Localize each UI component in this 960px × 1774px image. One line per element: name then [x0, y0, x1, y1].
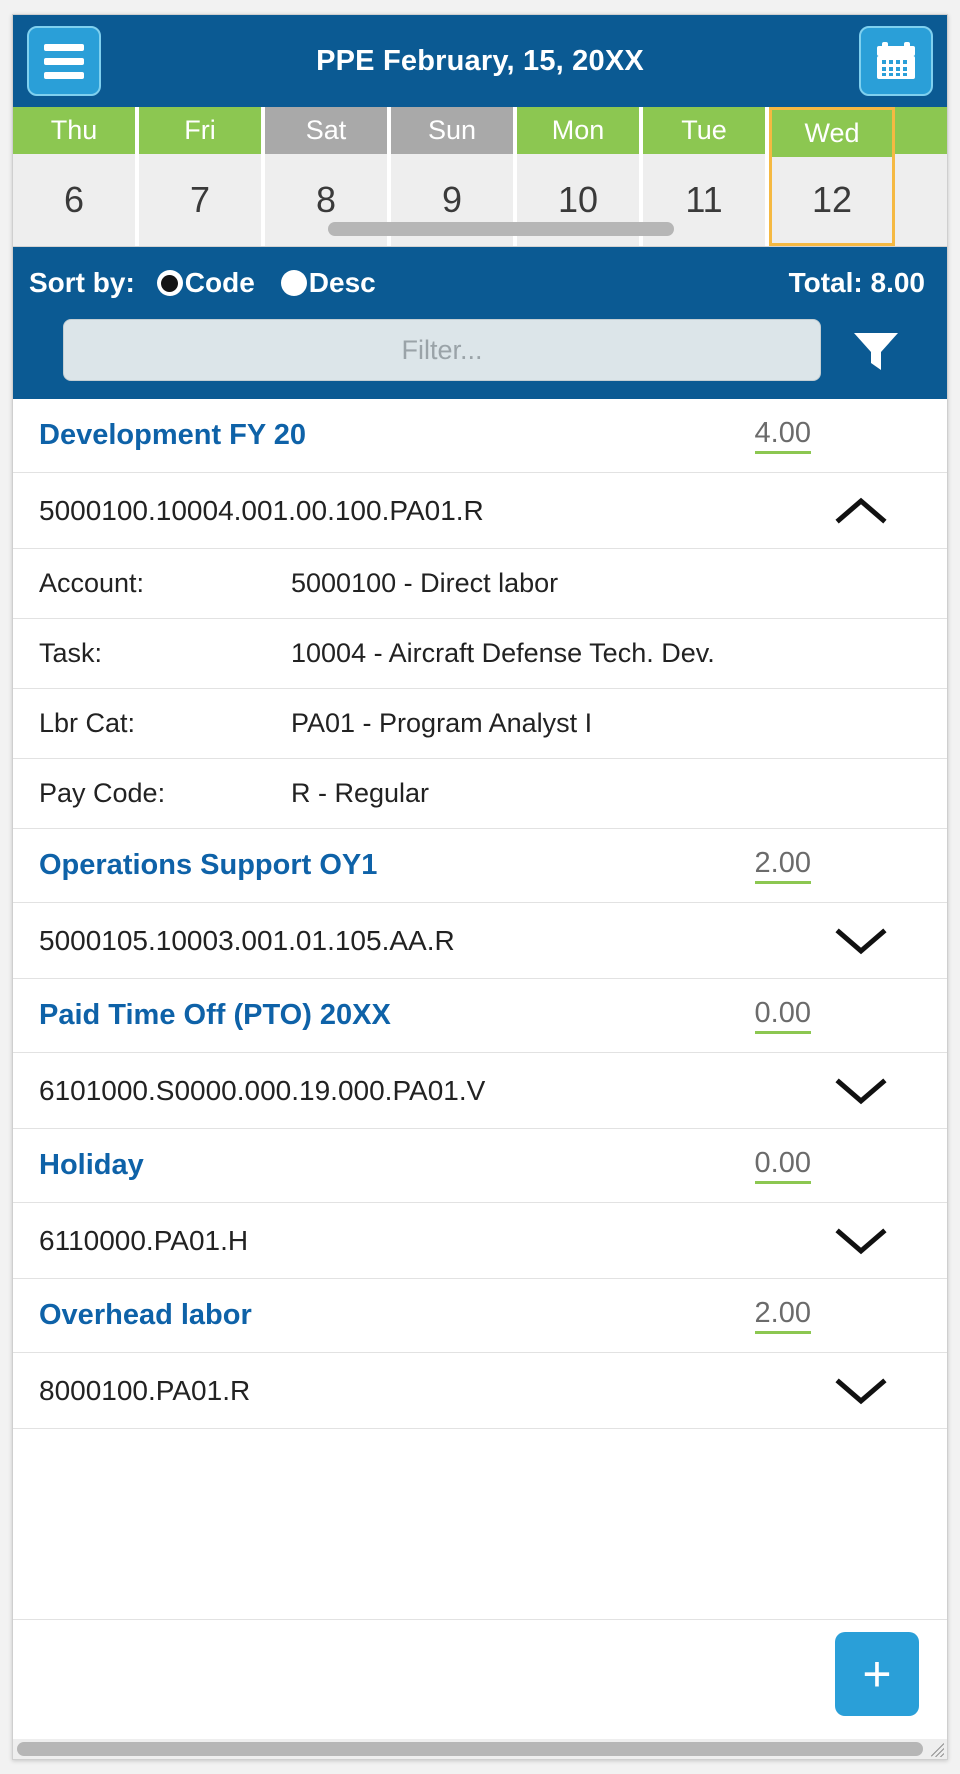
charge-group-header[interactable]: Development FY 20 4.00 — [13, 399, 947, 473]
group-name-link[interactable]: Paid Time Off (PTO) 20XX — [39, 999, 755, 1032]
resize-grip-icon[interactable] — [924, 1737, 944, 1757]
sort-row: Sort by: Code Desc Total: 8.00 — [29, 257, 931, 309]
detail-row-pay-code: Pay Code: R - Regular — [13, 759, 947, 829]
group-hours-value[interactable]: 4.00 — [754, 417, 811, 454]
add-charge-button[interactable]: + — [835, 1632, 919, 1716]
charge-code-row[interactable]: 8000100.PA01.R — [13, 1353, 947, 1429]
charge-code-row[interactable]: 5000105.10003.001.01.105.AA.R — [13, 903, 947, 979]
plus-icon: + — [862, 1646, 892, 1702]
detail-value: PA01 - Program Analyst I — [291, 708, 593, 738]
radio-desc-icon[interactable] — [280, 270, 307, 296]
detail-label: Pay Code: — [39, 778, 166, 808]
day-of-week-label: Tue — [643, 107, 765, 154]
day-strip-scrollbar[interactable] — [328, 222, 674, 236]
total-hours-label: Total: 8.00 — [788, 267, 925, 298]
group-name-link[interactable]: Holiday — [39, 1149, 755, 1182]
day-cell-thu[interactable]: Thu 6 — [13, 107, 139, 246]
charge-group-header[interactable]: Overhead labor 2.00 — [13, 1279, 947, 1353]
charge-code-row[interactable]: 6110000.PA01.H — [13, 1203, 947, 1279]
day-selector-strip[interactable]: Thu 6 Fri 7 Sat 8 Sun 9 Mon 10 Tue 11 Wed 12 — [13, 107, 947, 247]
radio-code-icon[interactable] — [156, 270, 183, 296]
group-hours-value[interactable]: 0.00 — [754, 1147, 811, 1184]
detail-value: 5000100 - Direct labor — [291, 568, 559, 598]
day-cell-fri[interactable]: Fri 7 — [139, 107, 265, 246]
detail-label: Lbr Cat: — [39, 708, 136, 738]
day-cell-partial[interactable] — [895, 107, 947, 246]
chevron-down-icon[interactable] — [801, 924, 921, 958]
list-footer: + — [13, 1619, 947, 1759]
day-of-week-label: Mon — [517, 107, 639, 154]
sort-filter-panel: Sort by: Code Desc Total: 8.00 — [13, 247, 947, 399]
group-name-link[interactable]: Overhead labor — [39, 1299, 755, 1332]
page-title: PPE February, 15, 20XX — [316, 44, 644, 77]
detail-label: Task: — [39, 638, 103, 668]
group-hours-value[interactable]: 0.00 — [754, 997, 811, 1034]
sort-by-label: Sort by: — [29, 267, 135, 298]
day-of-week-label: Thu — [13, 107, 135, 154]
top-app-bar: PPE February, 15, 20XX — [13, 15, 947, 107]
detail-row-task: Task: 10004 - Aircraft Defense Tech. Dev. — [13, 619, 947, 689]
hamburger-menu-icon — [44, 43, 84, 79]
charge-code-label: 6110000.PA01.H — [39, 1224, 249, 1256]
sort-option-code[interactable]: Code — [156, 267, 255, 299]
sort-option-code-label: Code — [184, 267, 255, 298]
chevron-down-icon[interactable] — [801, 1224, 921, 1258]
charge-code-label: 5000100.10004.001.00.100.PA01.R — [39, 494, 484, 526]
group-hours-value[interactable]: 2.00 — [754, 847, 811, 884]
filter-input[interactable] — [63, 319, 821, 381]
charge-code-row[interactable]: 5000100.10004.001.00.100.PA01.R — [13, 473, 947, 549]
charge-group-header[interactable]: Operations Support OY1 2.00 — [13, 829, 947, 903]
day-of-week-label: Sat — [265, 107, 387, 154]
sort-option-desc[interactable]: Desc — [280, 267, 376, 299]
timesheet-app: PPE February, 15, 20XX Thu 6 Fri 7 Sat 8 Sun 9 M… — [12, 14, 948, 1760]
day-of-week-label — [895, 107, 947, 154]
group-hours-value[interactable]: 2.00 — [754, 1297, 811, 1334]
charge-list: Development FY 20 4.00 5000100.10004.001.0… — [13, 399, 947, 1619]
charge-code-label: 5000105.10003.001.01.105.AA.R — [39, 924, 455, 956]
day-number-label: 7 — [139, 154, 261, 246]
chevron-down-icon[interactable] — [801, 1074, 921, 1108]
group-name-link[interactable]: Operations Support OY1 — [39, 849, 755, 882]
chevron-down-icon[interactable] — [801, 1374, 921, 1408]
detail-value: R - Regular — [291, 778, 430, 808]
filter-funnel-icon — [854, 333, 898, 370]
sort-option-desc-label: Desc — [308, 267, 376, 298]
calendar-icon — [877, 42, 915, 79]
scrollbar-thumb[interactable] — [17, 1742, 923, 1756]
charge-group-header[interactable]: Holiday 0.00 — [13, 1129, 947, 1203]
day-of-week-label: Sun — [391, 107, 513, 154]
charge-group-header[interactable]: Paid Time Off (PTO) 20XX 0.00 — [13, 979, 947, 1053]
chevron-up-icon[interactable] — [801, 494, 921, 528]
day-number-label: 12 — [772, 157, 892, 243]
detail-value: 10004 - Aircraft Defense Tech. Dev. — [291, 638, 715, 668]
day-of-week-label: Wed — [772, 110, 892, 157]
group-name-link[interactable]: Development FY 20 — [39, 419, 755, 452]
horizontal-scrollbar[interactable] — [13, 1739, 947, 1759]
calendar-picker-button[interactable] — [859, 26, 933, 96]
detail-row-lbr-cat: Lbr Cat: PA01 - Program Analyst I — [13, 689, 947, 759]
day-of-week-label: Fri — [139, 107, 261, 154]
day-number-label — [895, 154, 947, 246]
charge-code-label: 6101000.S0000.000.19.000.PA01.V — [39, 1074, 486, 1106]
day-cell-wed[interactable]: Wed 12 — [769, 107, 895, 246]
filter-funnel-button[interactable] — [821, 327, 931, 373]
detail-row-account: Account: 5000100 - Direct labor — [13, 549, 947, 619]
detail-label: Account: — [39, 568, 145, 598]
filter-row — [29, 319, 931, 381]
charge-code-row[interactable]: 6101000.S0000.000.19.000.PA01.V — [13, 1053, 947, 1129]
charge-code-label: 8000100.PA01.R — [39, 1374, 251, 1406]
day-number-label: 6 — [13, 154, 135, 246]
hamburger-menu-button[interactable] — [27, 26, 101, 96]
